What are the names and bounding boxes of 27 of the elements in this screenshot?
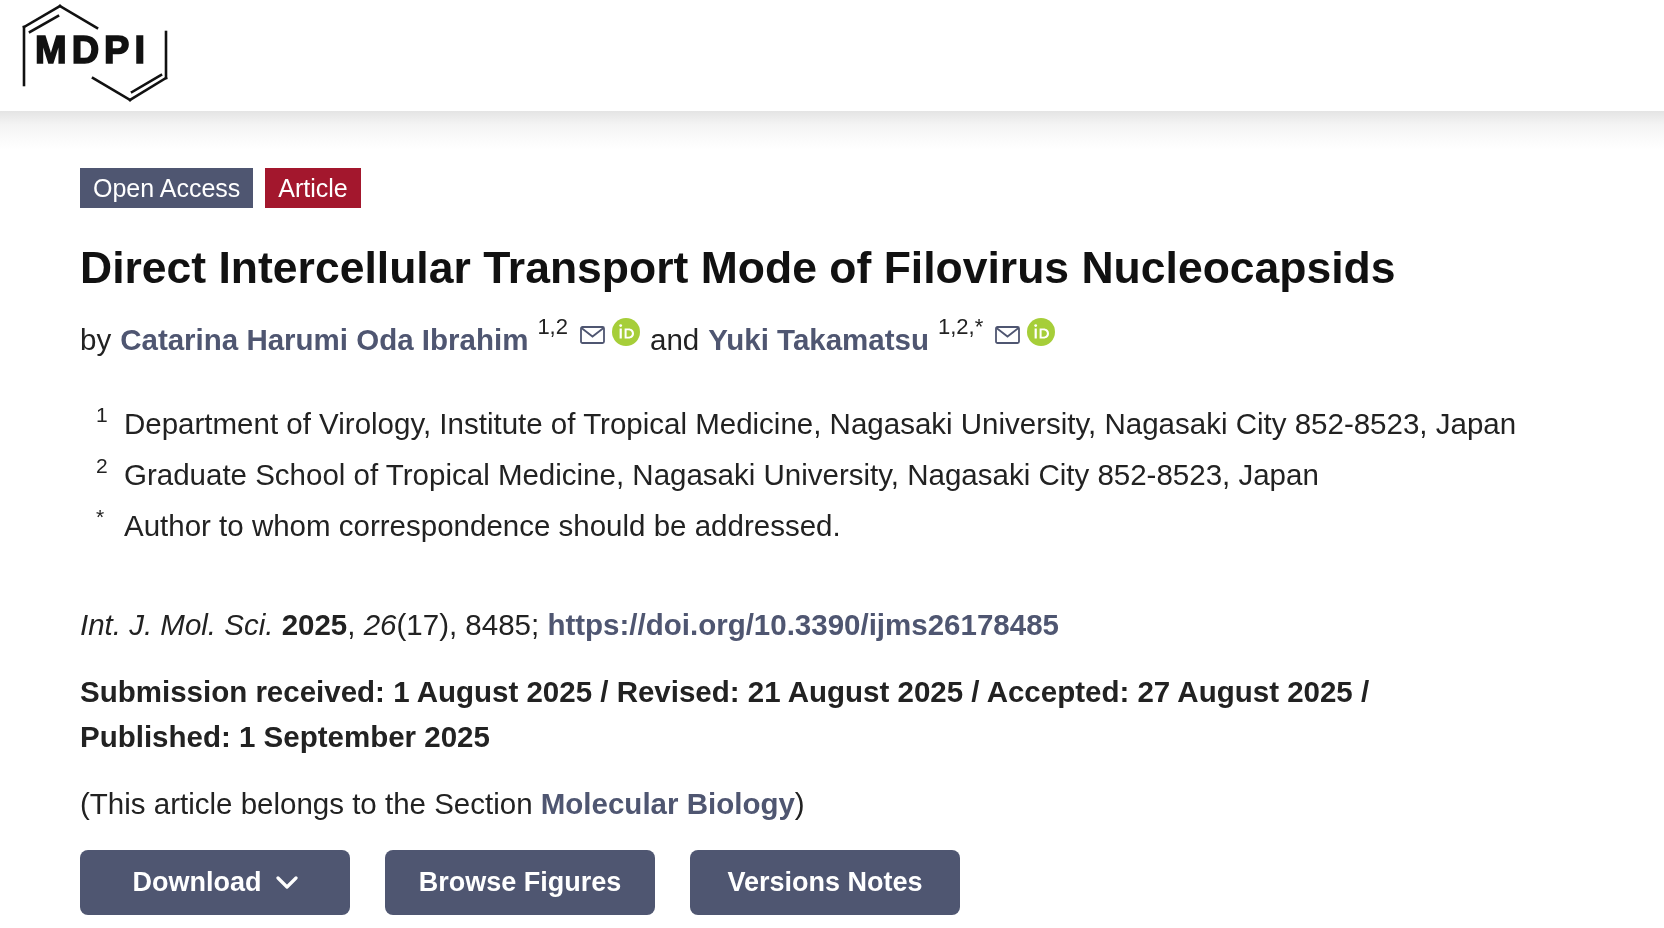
section-link[interactable]: Molecular Biology — [540, 787, 795, 820]
action-button[interactable]: Versions Notes — [690, 850, 960, 915]
citation-text: Int. J. Mol. Sci. 2025, 26(17), 8485; https://doi.org/10.3390/ijms26178485 — [80, 607, 1060, 643]
article-title: Direct Intercellular Transport Mode of Filovirus Nucleocapsids — [80, 243, 1397, 293]
affiliation-marks: 1,2 — [537, 314, 568, 340]
author-link[interactable]: Catarina Harumi Oda Ibrahim — [120, 320, 529, 360]
email-icon[interactable] — [579, 326, 605, 344]
affiliation-mark: 2 — [95, 453, 109, 479]
affiliation-text: Author to whom correspondence should be addressed. — [124, 508, 841, 544]
caret-icon — [275, 875, 298, 890]
publication-dates: Submission received: 1 August 2025 / Revised: 21 August 2025 / Accepted: 27 August 2025 / Published: 1 September 2025 — [80, 674, 1371, 755]
author-link[interactable]: Yuki Takamatsu — [708, 320, 929, 360]
affiliation-marks: 1,2,* — [938, 314, 984, 340]
article-tag: Article — [265, 168, 361, 208]
publisher-logo[interactable]: MDPI — [0, 0, 170, 105]
byline-text: and — [649, 322, 700, 358]
affiliation-text: Department of Virology, Institute of Tropical Medicine, Nagasaki University, Nagasaki City 852-8523, Japan — [124, 406, 1517, 442]
email-icon[interactable] — [995, 326, 1021, 344]
download-dropdown-button[interactable]: Download — [80, 850, 350, 915]
doi-link[interactable]: https://doi.org/10.3390/ijms26178485 — [547, 608, 1059, 641]
affiliation-text: Graduate School of Tropical Medicine, Nagasaki University, Nagasaki City 852-8523, Japan — [124, 457, 1319, 493]
affiliation-mark: * — [95, 504, 106, 530]
article-tag: Open Access — [80, 168, 254, 208]
section-note: (This article belongs to the Section Molecular Biology) — [80, 786, 806, 822]
action-button[interactable]: Browse Figures — [385, 850, 655, 915]
affiliation-mark: 1 — [95, 402, 109, 428]
byline-text: by — [80, 322, 112, 358]
